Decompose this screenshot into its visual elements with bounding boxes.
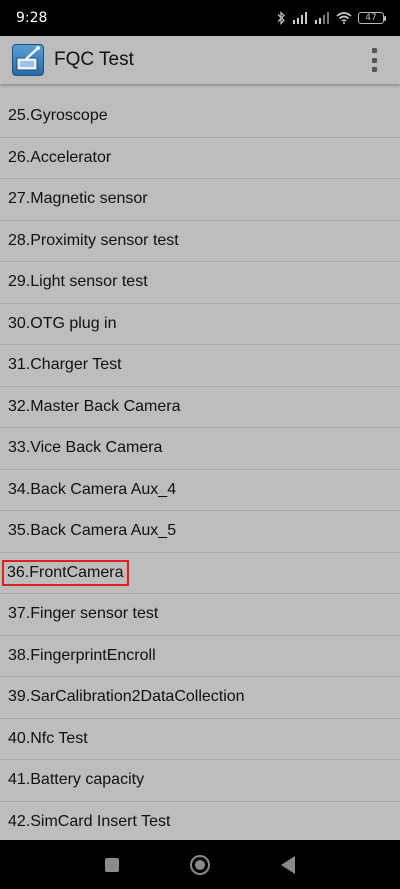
list-item[interactable]: 36.FrontCamera <box>0 553 400 594</box>
list-item[interactable]: 30.OTG plug in <box>0 304 400 345</box>
navigation-bar <box>0 840 400 889</box>
list-item-label: 41.Battery capacity <box>8 771 145 789</box>
list-item-label: 35.Back Camera Aux_5 <box>8 522 177 540</box>
list-item-label: 39.SarCalibration2DataCollection <box>8 688 245 706</box>
home-icon[interactable] <box>189 854 210 875</box>
signal-icon <box>293 12 307 24</box>
status-icons: 47 <box>276 11 386 25</box>
list-item[interactable]: 33.Vice Back Camera <box>0 428 400 470</box>
list-item-label: 26.Accelerator <box>8 148 112 166</box>
app-bar: FQC Test <box>0 36 400 84</box>
list-item[interactable]: 32.Master Back Camera <box>0 387 400 428</box>
battery-icon: 47 <box>358 12 386 24</box>
list-item-label: 29.Light sensor test <box>8 273 148 291</box>
list-item-label: 25.Gyroscope <box>8 107 108 125</box>
list-item-label: 33.Vice Back Camera <box>8 439 163 457</box>
recents-icon[interactable] <box>105 857 120 872</box>
signal-2-icon <box>315 12 329 24</box>
overflow-menu-icon[interactable] <box>370 48 378 72</box>
list-item[interactable]: 31.Charger Test <box>0 345 400 387</box>
list-item[interactable]: 28.Proximity sensor test <box>0 221 400 262</box>
list-item[interactable]: 38.FingerprintEncroll <box>0 636 400 677</box>
list-item[interactable]: 37.Finger sensor test <box>0 594 400 636</box>
list-item-label: 32.Master Back Camera <box>8 397 181 415</box>
list-item[interactable]: 26.Accelerator <box>0 138 400 179</box>
list-item[interactable]: 25.Gyroscope <box>0 96 400 138</box>
wifi-icon <box>336 12 352 24</box>
list-item[interactable]: 42.SimCard Insert Test <box>0 802 400 843</box>
battery-level: 47 <box>365 13 377 23</box>
list-item-label: 40.Nfc Test <box>8 729 88 747</box>
list-item[interactable]: 29.Light sensor test <box>0 262 400 304</box>
status-bar: 9:28 47 <box>0 0 400 36</box>
list-item[interactable]: 40.Nfc Test <box>0 719 400 760</box>
list-item-label: 31.Charger Test <box>8 356 122 374</box>
list-item[interactable]: 39.SarCalibration2DataCollection <box>0 677 400 719</box>
list-item-label: 27.Magnetic sensor <box>8 190 148 208</box>
bluetooth-icon <box>277 11 285 25</box>
list-item-label: 28.Proximity sensor test <box>8 231 179 249</box>
screen: 9:28 47 FQC Test 25.Gyroscope 26.Acceler… <box>0 0 400 889</box>
test-list: 25.Gyroscope 26.Accelerator 27.Magnetic se… <box>0 96 400 843</box>
list-item[interactable]: 35.Back Camera Aux_5 <box>0 511 400 553</box>
list-item-label: 37.Finger sensor test <box>8 605 159 623</box>
list-item[interactable]: 27.Magnetic sensor <box>0 179 400 221</box>
list-item-label: 34.Back Camera Aux_4 <box>8 480 177 498</box>
status-time: 9:28 <box>16 10 48 26</box>
list-item-label: 36.FrontCamera <box>2 559 129 586</box>
app-title: FQC Test <box>54 49 134 70</box>
list-item[interactable]: 41.Battery capacity <box>0 760 400 802</box>
list-item[interactable]: 34.Back Camera Aux_4 <box>0 470 400 511</box>
list-item-label: 42.SimCard Insert Test <box>8 812 171 830</box>
list-item-label: 38.FingerprintEncroll <box>8 646 156 664</box>
app-logo-icon <box>12 44 44 76</box>
list-item-label: 30.OTG plug in <box>8 314 117 332</box>
back-icon[interactable] <box>280 855 295 874</box>
